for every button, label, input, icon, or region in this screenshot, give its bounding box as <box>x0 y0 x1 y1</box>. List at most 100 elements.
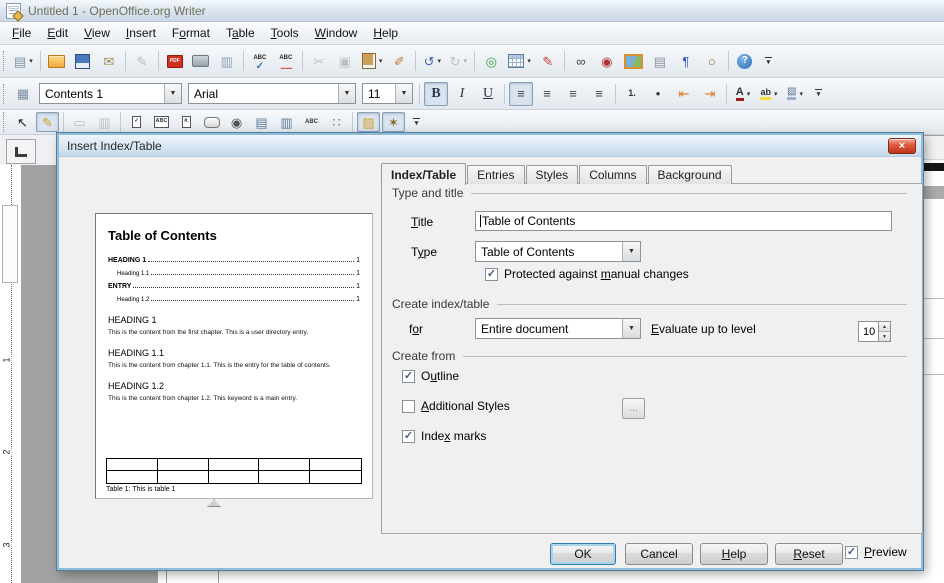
cut-icon[interactable]: ✂ <box>307 49 331 73</box>
dropdown-arrow-icon[interactable]: ▾ <box>464 57 468 65</box>
additional-styles-checkbox[interactable] <box>402 400 415 413</box>
help-button[interactable]: Help <box>700 543 768 565</box>
toolbar-overflow-button[interactable]: ▾ <box>410 111 423 133</box>
menu-insert[interactable]: Insert <box>118 23 164 43</box>
wizards-icon[interactable]: ✶ <box>382 112 405 132</box>
title-input[interactable]: Table of Contents <box>475 211 892 231</box>
tab-styles[interactable]: Styles <box>526 165 579 184</box>
text-box-control-icon[interactable]: ABC <box>150 112 173 132</box>
paste-icon[interactable]: ▾ <box>359 49 386 73</box>
background-color-icon[interactable]: ▧▾ <box>783 82 807 106</box>
ok-button[interactable]: OK <box>550 543 616 565</box>
gallery-icon[interactable] <box>621 49 646 73</box>
more-controls-icon[interactable]: ∷ <box>325 112 348 132</box>
find-replace-icon[interactable]: ∞ <box>569 49 593 73</box>
option-button-control-icon[interactable]: ◉ <box>225 112 248 132</box>
preview-checkbox[interactable] <box>845 546 858 559</box>
spin-down-icon[interactable]: ▼ <box>879 332 890 341</box>
dropdown-arrow-icon[interactable]: ▾ <box>747 90 751 98</box>
new-document-icon[interactable]: ▤▾ <box>11 49 36 73</box>
spellcheck-icon[interactable]: ABC <box>248 49 272 73</box>
evaluate-level-spinner[interactable]: 10 ▲ ▼ <box>858 321 891 342</box>
align-right-icon[interactable]: ≡ <box>561 82 585 106</box>
italic-icon[interactable]: I <box>450 82 474 106</box>
draw-functions-icon[interactable]: ✎ <box>536 49 560 73</box>
tab-background[interactable]: Background <box>648 165 732 184</box>
push-button-control-icon[interactable] <box>200 112 223 132</box>
index-marks-checkbox[interactable] <box>402 430 415 443</box>
decrease-indent-icon[interactable]: ⇤ <box>672 82 696 106</box>
bullets-icon[interactable]: • <box>646 82 670 106</box>
menu-tools[interactable]: Tools <box>263 23 307 43</box>
format-paintbrush-icon[interactable]: ✐ <box>387 49 411 73</box>
save-icon[interactable] <box>71 49 95 73</box>
dropdown-arrow-icon[interactable]: ▾ <box>29 57 33 65</box>
dropdown-arrow-icon[interactable]: ▾ <box>527 57 531 65</box>
toolbar-overflow-button[interactable]: ▾ <box>762 50 775 72</box>
menu-file[interactable]: File <box>4 23 39 43</box>
menu-help[interactable]: Help <box>365 23 406 43</box>
font-color-icon[interactable]: A▾ <box>731 82 755 106</box>
outline-checkbox[interactable] <box>402 370 415 383</box>
tab-columns[interactable]: Columns <box>579 165 646 184</box>
toolbar-grip[interactable] <box>3 51 6 71</box>
help-icon[interactable]: ? <box>733 49 757 73</box>
align-left-icon[interactable]: ≡ <box>509 82 533 106</box>
justify-icon[interactable]: ≡ <box>587 82 611 106</box>
print-icon[interactable] <box>189 49 213 73</box>
list-box-control-icon[interactable]: ▤ <box>250 112 273 132</box>
insert-table-icon[interactable]: ▾ <box>505 49 534 73</box>
vertical-ruler[interactable]: 1 2 3 <box>0 165 22 583</box>
page-preview-icon[interactable]: ▥ <box>215 49 239 73</box>
ruler-margin-indicator[interactable] <box>2 205 18 283</box>
numbering-icon[interactable]: 1. <box>620 82 644 106</box>
dialog-titlebar[interactable]: Insert Index/Table <box>59 135 921 157</box>
navigator-icon[interactable]: ◉ <box>595 49 619 73</box>
tab-index-table[interactable]: Index/Table <box>381 163 466 185</box>
preview-resize-handle[interactable] <box>207 499 221 507</box>
dropdown-arrow-icon[interactable]: ▾ <box>799 90 803 98</box>
menu-view[interactable]: View <box>76 23 118 43</box>
control-properties-icon[interactable]: ▭ <box>68 112 91 132</box>
for-dropdown[interactable]: Entire document ▼ <box>475 318 641 339</box>
increase-indent-icon[interactable]: ⇥ <box>698 82 722 106</box>
autospellcheck-icon[interactable]: ABC <box>274 49 298 73</box>
dropdown-arrow-icon[interactable]: ▾ <box>438 57 442 65</box>
font-name-combobox[interactable]: Arial ▼ <box>188 83 356 104</box>
font-size-combobox[interactable]: 11 ▼ <box>362 83 413 104</box>
chevron-down-icon[interactable]: ▼ <box>164 84 181 103</box>
hyperlink-icon[interactable]: ◎ <box>479 49 503 73</box>
toolbar-grip[interactable] <box>3 84 6 104</box>
tab-entries[interactable]: Entries <box>467 165 524 184</box>
cancel-button[interactable]: Cancel <box>625 543 693 565</box>
undo-icon[interactable]: ↺▾ <box>420 49 444 73</box>
dropdown-arrow-icon[interactable]: ▾ <box>379 57 383 65</box>
dialog-close-button[interactable]: × <box>888 138 916 154</box>
spin-up-icon[interactable]: ▲ <box>879 322 890 332</box>
styles-and-formatting-icon[interactable]: ▦ <box>11 82 35 106</box>
align-center-icon[interactable]: ≡ <box>535 82 559 106</box>
edit-file-icon[interactable]: ✎ <box>130 49 154 73</box>
assign-styles-button[interactable]: ... <box>622 398 645 419</box>
highlighting-icon[interactable]: ab▾ <box>757 82 781 106</box>
menu-table[interactable]: Table <box>218 23 263 43</box>
label-field-control-icon[interactable]: ABC <box>300 112 323 132</box>
zoom-icon[interactable]: ○ <box>700 49 724 73</box>
menu-edit[interactable]: Edit <box>39 23 76 43</box>
dropdown-arrow-icon[interactable]: ▾ <box>774 90 778 98</box>
underline-icon[interactable]: U <box>476 82 500 106</box>
form-design-icon[interactable]: ▨ <box>357 112 380 132</box>
menu-window[interactable]: Window <box>307 23 366 43</box>
toolbar-overflow-button[interactable]: ▾ <box>812 83 825 105</box>
paragraph-style-combobox[interactable]: Contents 1 ▼ <box>39 83 182 104</box>
redo-icon[interactable]: ↻▾ <box>446 49 470 73</box>
formatting-marks-icon[interactable]: ¶ <box>674 49 698 73</box>
reset-button[interactable]: Reset <box>775 543 843 565</box>
menu-format[interactable]: Format <box>164 23 218 43</box>
data-sources-icon[interactable]: ▤ <box>648 49 672 73</box>
type-dropdown[interactable]: Table of Contents ▼ <box>475 241 641 262</box>
toolbar-grip[interactable] <box>3 112 6 132</box>
form-properties-icon[interactable]: ▥ <box>93 112 116 132</box>
chevron-down-icon[interactable]: ▼ <box>622 242 640 261</box>
export-pdf-icon[interactable] <box>163 49 187 73</box>
